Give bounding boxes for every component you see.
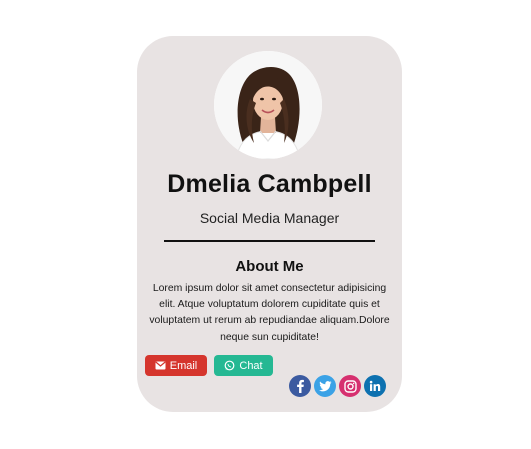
whatsapp-icon bbox=[224, 360, 235, 371]
avatar bbox=[214, 51, 322, 159]
about-text: Lorem ipsum dolor sit amet consectetur a… bbox=[149, 283, 390, 343]
profile-card: Dmelia Cambpell Social Media Manager Abo… bbox=[137, 36, 402, 412]
divider bbox=[164, 240, 375, 242]
chat-button[interactable]: Chat bbox=[214, 355, 273, 376]
profile-photo bbox=[214, 51, 322, 159]
about-heading: About Me bbox=[235, 258, 304, 275]
linkedin-icon[interactable] bbox=[364, 375, 386, 397]
instagram-icon[interactable] bbox=[339, 375, 361, 397]
email-button[interactable]: Email bbox=[145, 355, 207, 376]
chat-button-label: Chat bbox=[239, 359, 263, 372]
profile-role: Social Media Manager bbox=[199, 210, 340, 226]
email-button-label: Email bbox=[169, 359, 198, 372]
twitter-icon[interactable] bbox=[314, 375, 336, 397]
envelope-icon bbox=[155, 361, 166, 370]
facebook-icon[interactable] bbox=[289, 375, 311, 397]
profile-name: Dmelia Cambpell bbox=[167, 170, 372, 198]
social-links bbox=[289, 375, 386, 397]
